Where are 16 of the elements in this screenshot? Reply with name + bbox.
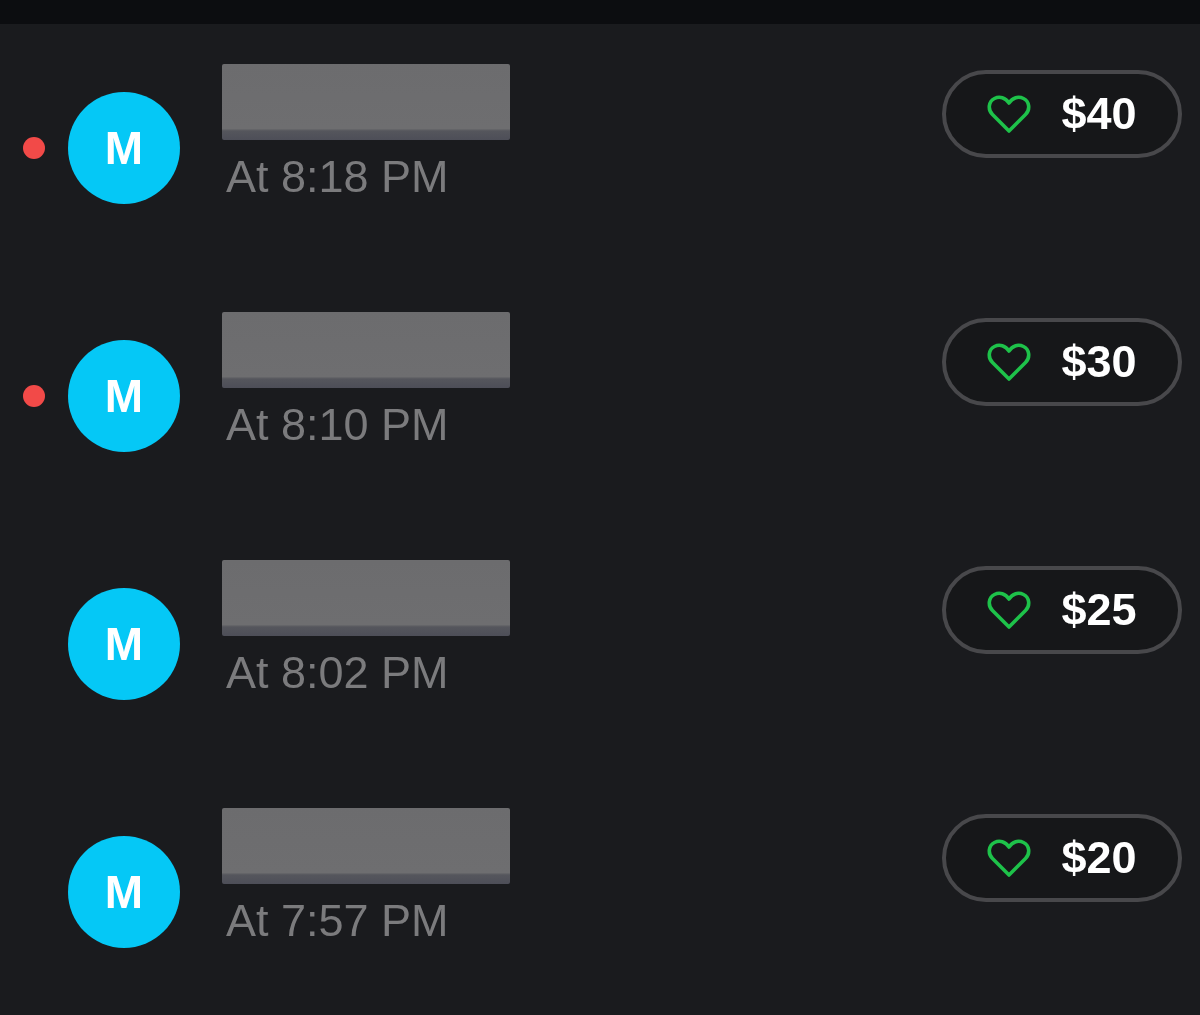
amount-button[interactable]: $25: [942, 566, 1182, 654]
timestamp: At 7:57 PM: [226, 895, 449, 947]
timestamp: At 8:18 PM: [226, 151, 449, 203]
avatar: M: [68, 836, 180, 948]
amount-button[interactable]: $40: [942, 70, 1182, 158]
avatar: M: [68, 588, 180, 700]
amount-button[interactable]: $30: [942, 318, 1182, 406]
avatar: M: [68, 92, 180, 204]
timestamp: At 8:02 PM: [226, 647, 449, 699]
heart-icon: [987, 342, 1032, 382]
timestamp: At 8:10 PM: [226, 399, 449, 451]
avatar: M: [68, 340, 180, 452]
heart-icon: [987, 590, 1032, 630]
heart-icon: [987, 838, 1032, 878]
amount-button[interactable]: $20: [942, 814, 1182, 902]
heart-icon: [987, 94, 1032, 134]
